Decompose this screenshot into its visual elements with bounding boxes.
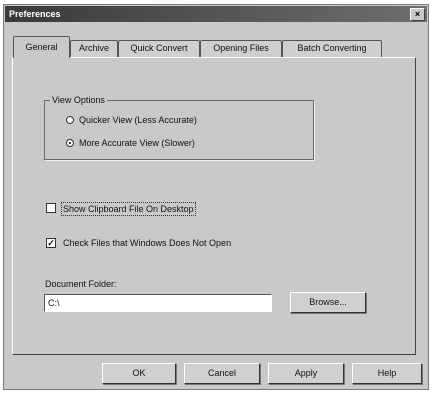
close-button[interactable]: × (410, 8, 425, 21)
general-panel (12, 57, 416, 355)
tab-batch-converting[interactable]: Batch Converting (282, 40, 382, 57)
help-button[interactable]: Help (352, 363, 422, 384)
tab-quick-convert[interactable]: Quick Convert (118, 40, 200, 57)
ok-button[interactable]: OK (102, 363, 176, 384)
tab-general[interactable]: General (13, 36, 70, 58)
close-icon: × (414, 9, 421, 19)
tab-archive[interactable]: Archive (70, 40, 118, 57)
cancel-button[interactable]: Cancel (184, 363, 260, 384)
tab-opening-files[interactable]: Opening Files (200, 40, 282, 57)
title-bar[interactable]: Preferences × (5, 6, 427, 22)
dialog-title: Preferences (9, 9, 61, 19)
apply-button[interactable]: Apply (268, 363, 344, 384)
